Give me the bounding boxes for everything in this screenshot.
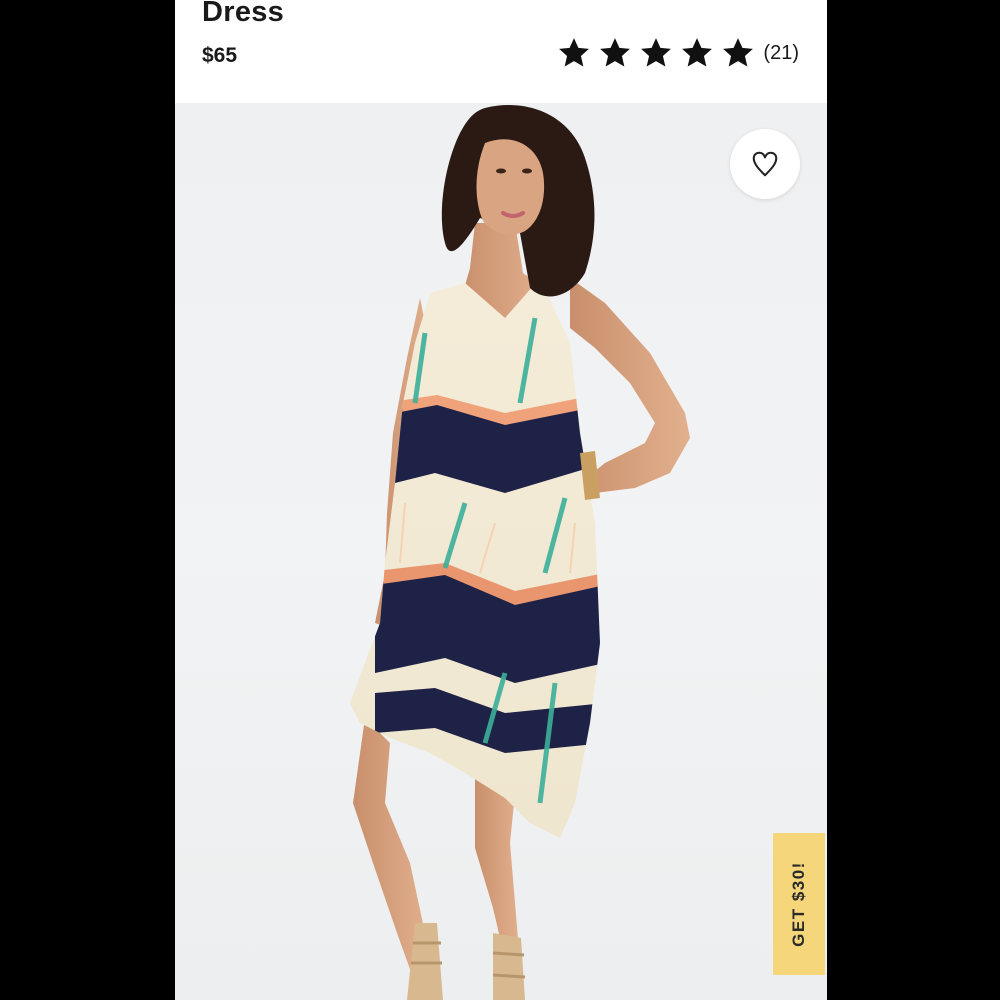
promo-tab[interactable]: GET $30! <box>773 833 825 975</box>
promo-label: GET $30! <box>789 861 809 947</box>
star-icon <box>557 36 591 70</box>
star-icon <box>721 36 755 70</box>
favorite-button[interactable] <box>730 129 800 199</box>
rating-stars <box>557 36 755 70</box>
review-count[interactable]: (21) <box>763 36 799 70</box>
product-title: Dress <box>202 0 285 28</box>
product-rating[interactable]: (21) <box>557 36 799 70</box>
model-photo <box>350 105 690 1000</box>
product-image[interactable]: GET $30! <box>175 103 827 1000</box>
star-icon <box>598 36 632 70</box>
app-screen: Dress $65 (21) GET $30! <box>175 0 827 1000</box>
product-header: Dress $65 (21) <box>175 0 827 103</box>
star-icon <box>639 36 673 70</box>
product-price: $65 <box>202 44 238 67</box>
star-icon <box>680 36 714 70</box>
heart-outline-icon <box>752 151 778 177</box>
